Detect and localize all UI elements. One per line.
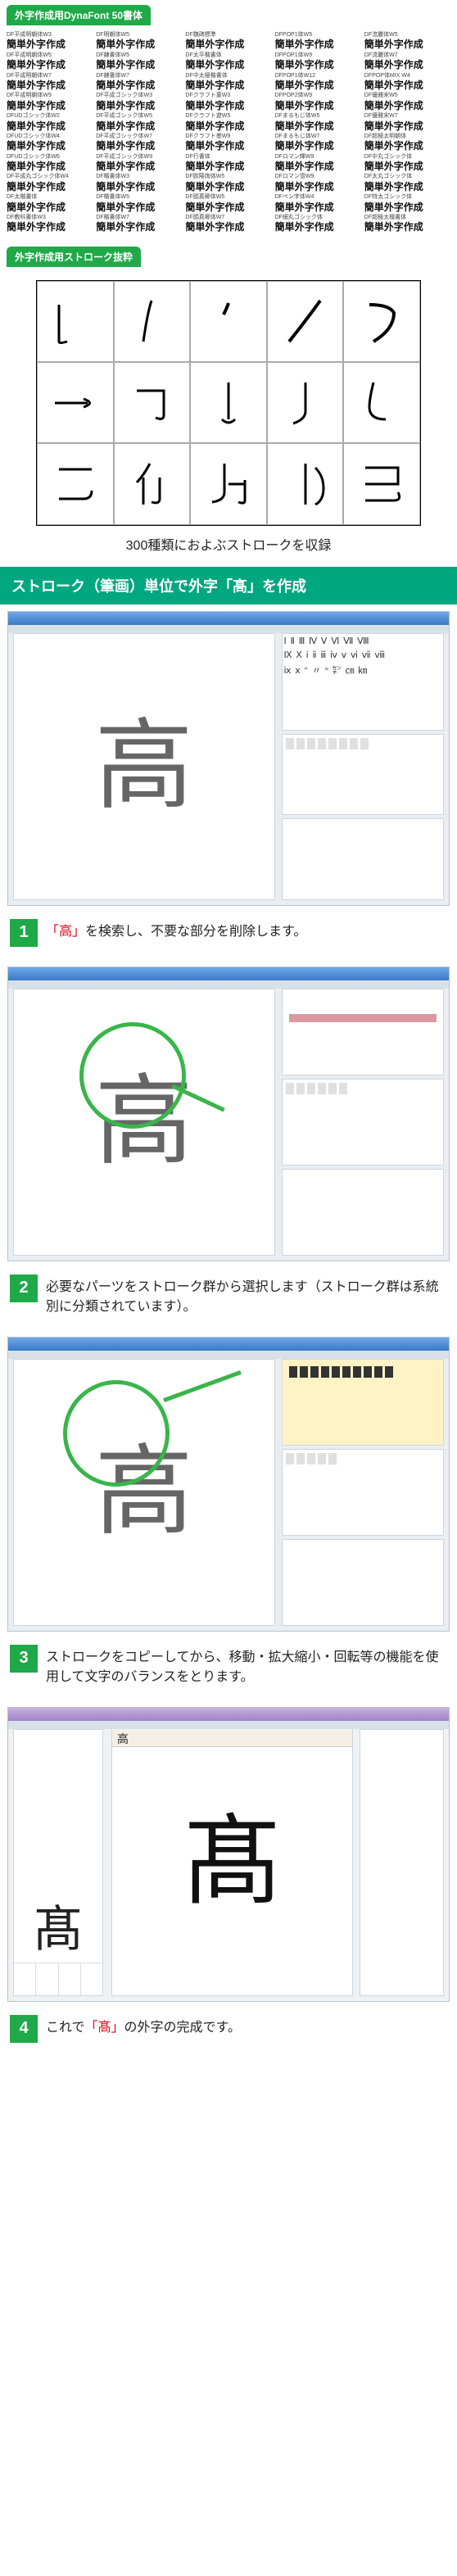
- stroke-caption: 300種類におよぶストロークを収録: [0, 534, 457, 554]
- font-sample-cell: DF平成ゴシック体W3簡単外字作成: [96, 93, 182, 111]
- app-screenshot-step2: 高: [7, 1337, 450, 1632]
- font-sample-cell: DF隷書体W5簡単外字作成: [96, 52, 182, 71]
- font-sample-cell: DF行書体簡単外字作成: [185, 154, 271, 173]
- step-number: 2: [10, 1274, 38, 1302]
- font-sample-cell: DFUDゴシック体W2簡単外字作成: [7, 113, 93, 132]
- step-text: 「高」を検索し、不要な部分を削除します。: [46, 919, 306, 942]
- font-sample-cell: DF細丸ゴシック体簡単外字作成: [275, 215, 361, 233]
- font-sample-cell: DFロマン雪W9簡単外字作成: [275, 174, 361, 192]
- step-4: 4 これで「髙」の外字の完成です。: [0, 2007, 457, 2059]
- font-sample-cell: DF楷書体W7簡単外字作成: [96, 215, 182, 233]
- font-sample-cell: DF平成ゴシック体W7簡単外字作成: [96, 134, 182, 152]
- font-sample-cell: DF楷書体W5簡単外字作成: [96, 194, 182, 213]
- glyph-preview-final: 髙: [183, 1813, 282, 1912]
- stroke-header: 外字作成用ストローク抜粋: [7, 247, 141, 267]
- font-sample-cell: DFUDゴシック体W6簡単外字作成: [7, 154, 93, 173]
- font-sample-cell: DF楷書体W3簡単外字作成: [96, 174, 182, 192]
- step-text: ストロークをコピーしてから、移動・拡大縮小・回転等の機能を使用して文字のバランス…: [46, 1645, 447, 1687]
- step-text: これで「髙」の外字の完成です。: [46, 2015, 241, 2038]
- font-sample-cell: DFロマン輝W9簡単外字作成: [275, 154, 361, 173]
- font-sample-cell: DFペン字体W4簡単外字作成: [275, 194, 361, 213]
- font-sample-cell: DFまるもじ体W7簡単外字作成: [275, 134, 361, 152]
- font-sample-cell: DF平成明朝体W3簡単外字作成: [7, 32, 93, 51]
- font-sample-cell: DF顔真卿体W5簡単外字作成: [185, 194, 271, 213]
- font-sample-cell: DFPOP1体W5簡単外字作成: [275, 32, 361, 51]
- font-sample-cell: DF中丸ゴシック体簡単外字作成: [364, 154, 450, 173]
- step-number: 1: [10, 919, 38, 947]
- result-glyph: 髙: [14, 1889, 102, 1963]
- font-sample-cell: DFまるもじ体W5簡単外字作成: [275, 113, 361, 132]
- font-sample-grid: DF平成明朝体W3簡単外字作成DF明朝体W5簡単外字作成DF魏碑標準簡単外字作成…: [0, 30, 457, 242]
- font-sample-cell: DF平成明朝体W9簡単外字作成: [7, 93, 93, 111]
- step-number: 4: [10, 2015, 38, 2043]
- font-sample-cell: DF特太ゴシック体簡単外字作成: [364, 194, 450, 213]
- font-sample-cell: DFPOP1体W9簡単外字作成: [275, 52, 361, 71]
- step-number: 3: [10, 1645, 38, 1673]
- step-1: 1 「高」を検索し、不要な部分を削除します。: [0, 911, 457, 963]
- font-sample-cell: DF平成ゴシック体W9簡単外字作成: [96, 154, 182, 173]
- font-sample-cell: DF平成丸ゴシック体W4簡単外字作成: [7, 174, 93, 192]
- font-sample-cell: DFクラフト遊W5簡単外字作成: [185, 113, 271, 132]
- font-sample-cell: DFクラフト墨W9簡単外字作成: [185, 134, 271, 152]
- font-sample-cell: DF平成明朝体W5簡単外字作成: [7, 52, 93, 71]
- step-2: 2 必要なパーツをストローク群から選択します（ストローク群は系統別に分類されてい…: [0, 1266, 457, 1333]
- font-sample-cell: DF流麗体W7簡単外字作成: [364, 52, 450, 71]
- font-sample-cell: DF中太極楷書体簡単外字作成: [185, 73, 271, 92]
- app-screenshot-initial: 高 Ⅰ Ⅱ Ⅲ Ⅳ Ⅴ Ⅵ Ⅶ Ⅷ Ⅸ Ⅹ ⅰ ⅱ ⅲ ⅳ ⅴ ⅵ ⅶ ⅷ ⅸ …: [7, 611, 450, 906]
- font-sample-cell: DF優雅宋W7簡単外字作成: [364, 113, 450, 132]
- font-sample-cell: DFPOP1体W12簡単外字作成: [275, 73, 361, 92]
- app-screenshot-step1: 高: [7, 967, 450, 1261]
- glyph-preview: 高: [95, 718, 193, 816]
- canvas-glyph-label: 高: [112, 1729, 352, 1747]
- font-sample-cell: DFUDゴシック体W4簡単外字作成: [7, 134, 93, 152]
- font-sample-cell: DFPOP2体W9簡単外字作成: [275, 93, 361, 111]
- font-sample-cell: DF隷書体W7簡単外字作成: [96, 73, 182, 92]
- font-sample-cell: DF太平楷書体簡単外字作成: [185, 52, 271, 71]
- highlight-circle: [63, 1380, 170, 1487]
- font-sample-cell: DF顔真卿体W7簡単外字作成: [185, 215, 271, 233]
- font-sample-cell: DF魏碑標準簡単外字作成: [185, 32, 271, 51]
- font-sample-cell: DF明朝体W5簡単外字作成: [96, 32, 182, 51]
- dynafont-header: 外字作成用DynaFont 50書体: [7, 5, 151, 25]
- font-sample-cell: DF太楷書体簡単外字作成: [7, 194, 93, 213]
- font-sample-cell: DF超極太楷書体簡単外字作成: [364, 215, 450, 233]
- font-sample-cell: DFクラフト童W3簡単外字作成: [185, 93, 271, 111]
- stroke-sample-grid: [36, 280, 421, 526]
- font-sample-cell: DFPOP体MIX W4簡単外字作成: [364, 73, 450, 92]
- font-sample-cell: DF超極太明朝体簡単外字作成: [364, 134, 450, 152]
- font-sample-cell: DF太丸ゴシック体簡単外字作成: [364, 174, 450, 192]
- highlight-circle: [79, 1022, 186, 1129]
- font-sample-cell: DF流麗体W5簡単外字作成: [364, 32, 450, 51]
- step-3: 3 ストロークをコピーしてから、移動・拡大縮小・回転等の機能を使用して文字のバラ…: [0, 1637, 457, 1704]
- font-sample-cell: DF欧陽詢体W5簡単外字作成: [185, 174, 271, 192]
- tutorial-banner: ストローク（筆画）単位で外字「髙」を作成: [0, 567, 457, 604]
- font-sample-cell: DF教科書体W3簡単外字作成: [7, 215, 93, 233]
- highlight-line: [163, 1370, 242, 1402]
- font-sample-cell: DF平成ゴシック体W5簡単外字作成: [96, 113, 182, 132]
- font-sample-cell: DF平成明朝体W7簡単外字作成: [7, 73, 93, 92]
- app-screenshot-step3: 髙 高 髙: [7, 1707, 450, 2002]
- step-text: 必要なパーツをストローク群から選択します（ストローク群は系統別に分類されています…: [46, 1274, 447, 1317]
- font-sample-cell: DF優雅宋W5簡単外字作成: [364, 93, 450, 111]
